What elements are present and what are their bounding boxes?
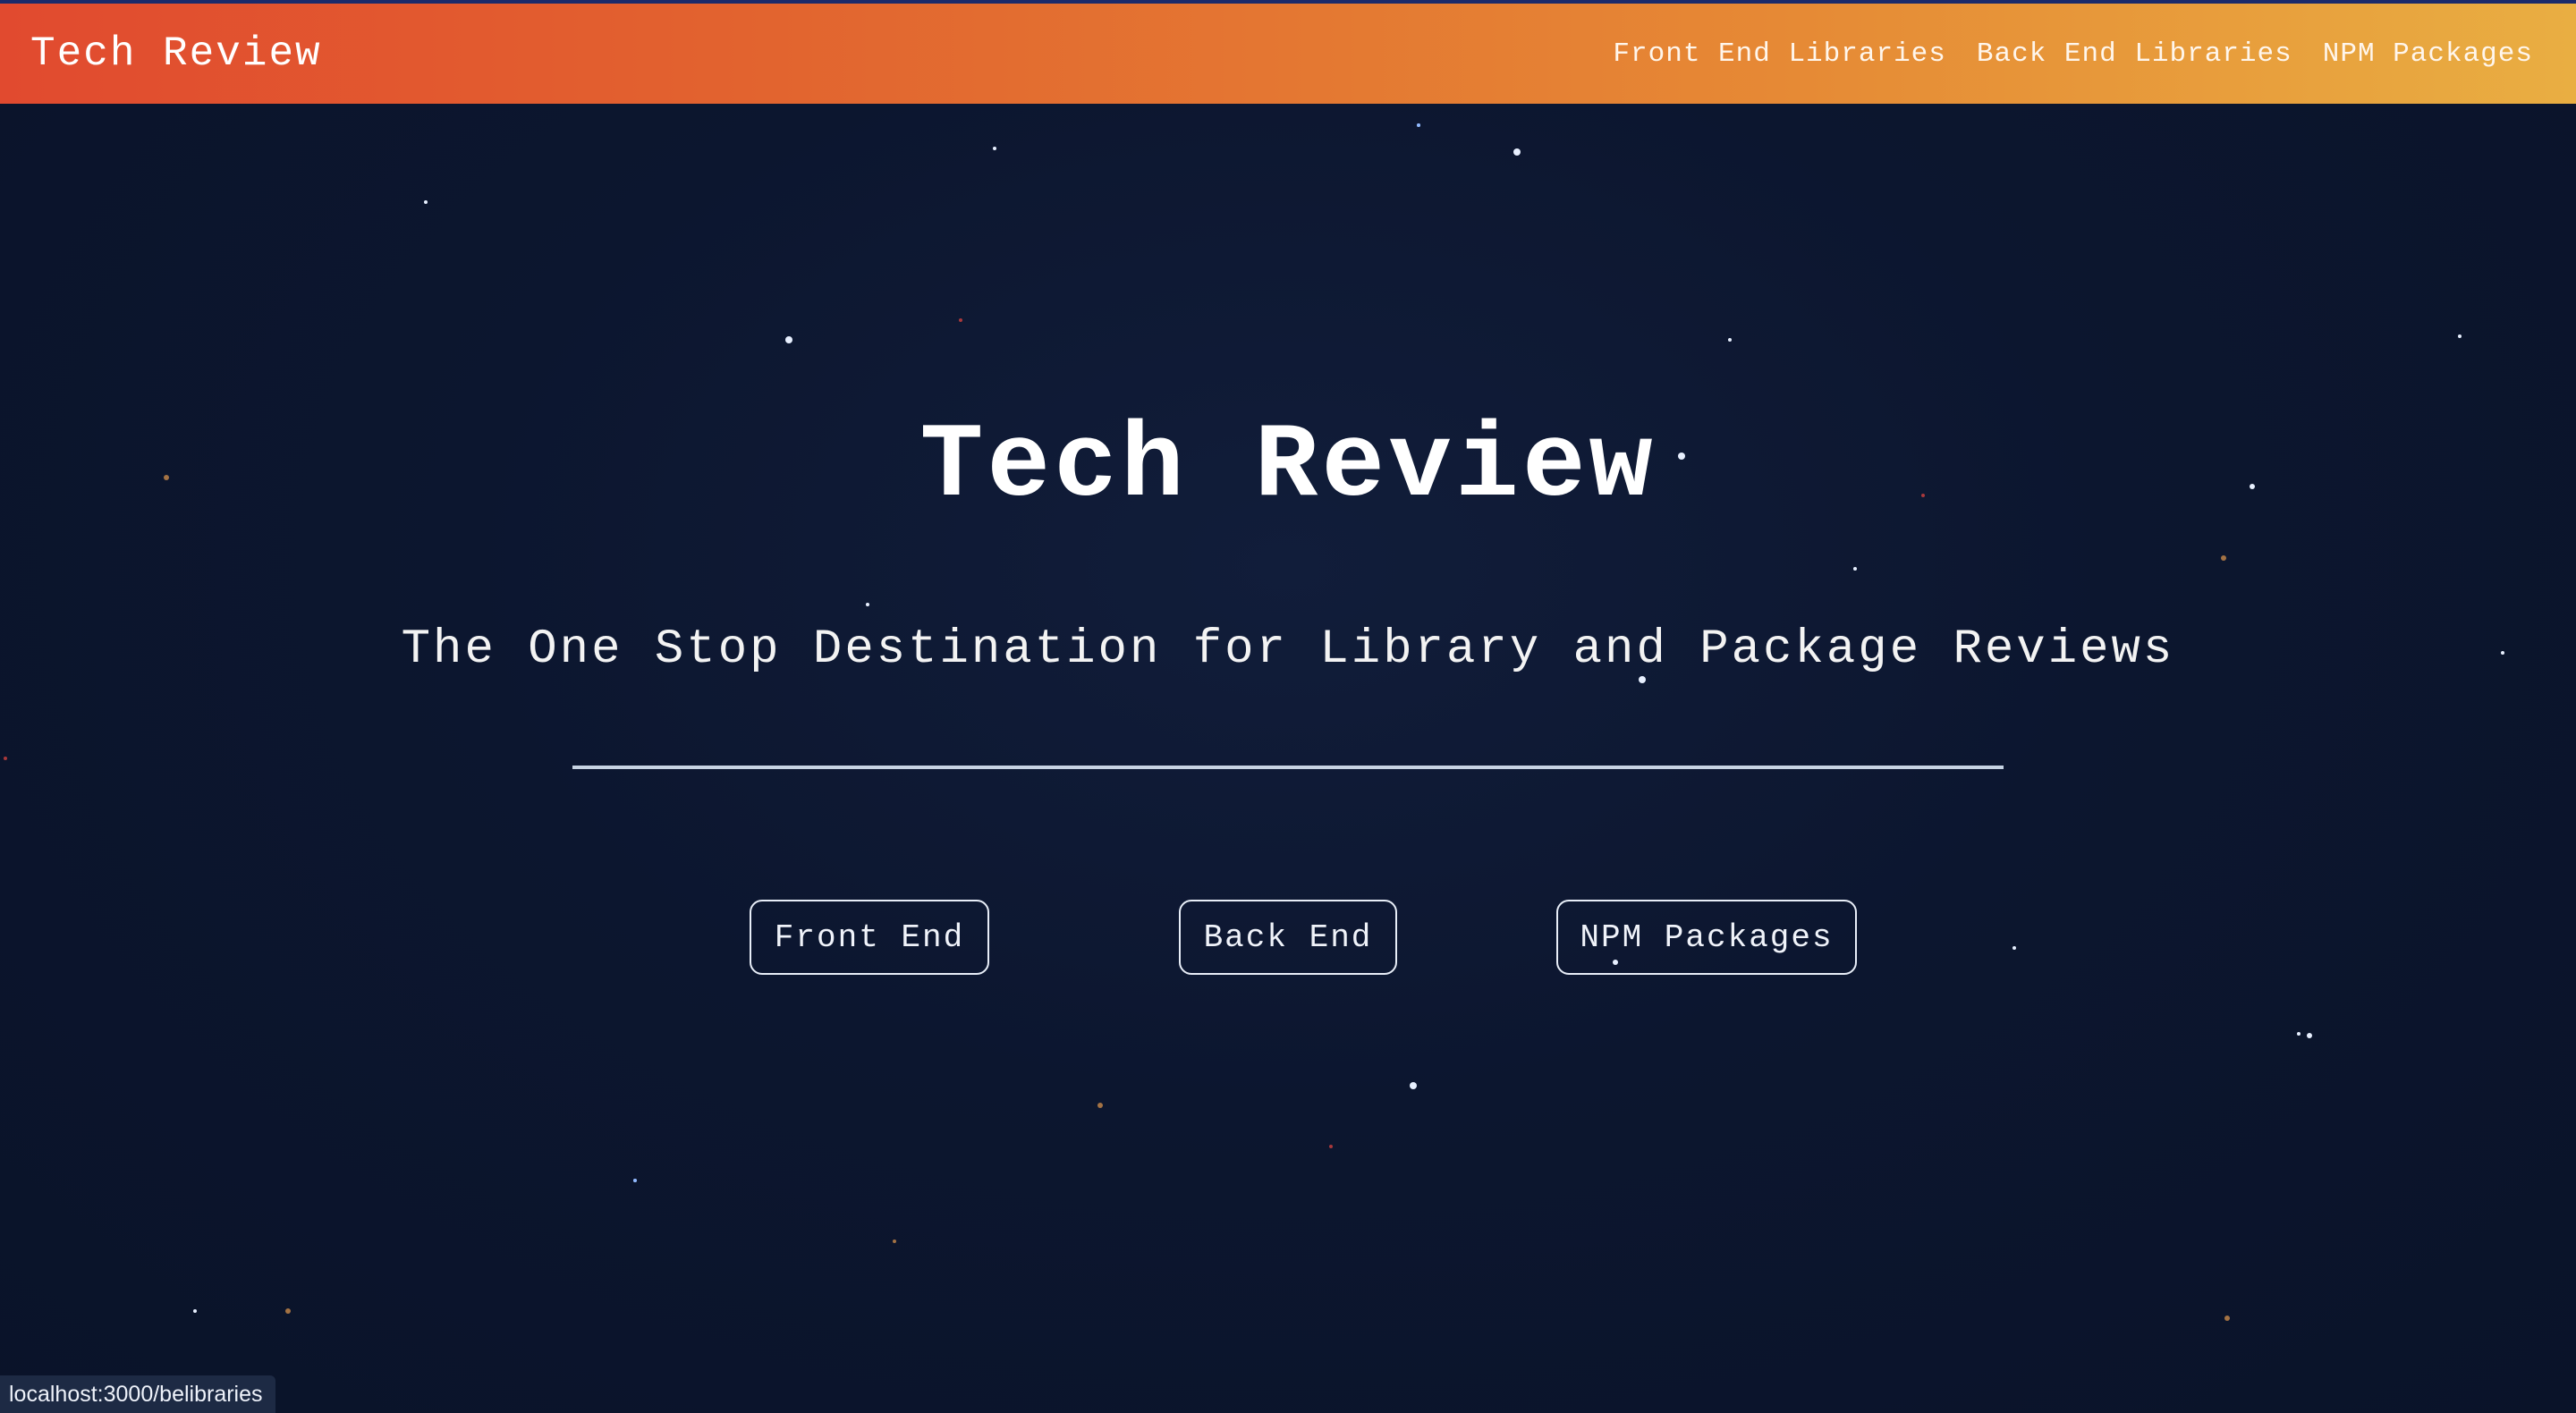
nav-link-back-end-libraries[interactable]: Back End Libraries xyxy=(1977,38,2292,70)
nav-links: Front End Libraries Back End Libraries N… xyxy=(1613,38,2533,70)
browser-status-bar: localhost:3000/belibraries xyxy=(0,1375,275,1413)
npm-packages-button[interactable]: NPM Packages xyxy=(1556,900,1857,975)
hero-subtitle: The One Stop Destination for Library and… xyxy=(401,622,2175,677)
back-end-button[interactable]: Back End xyxy=(1179,900,1397,975)
status-url: localhost:3000/belibraries xyxy=(9,1381,263,1407)
front-end-button[interactable]: Front End xyxy=(750,900,989,975)
hero-divider xyxy=(572,766,2004,769)
nav-link-npm-packages[interactable]: NPM Packages xyxy=(2323,38,2533,70)
hero-section: Tech Review The One Stop Destination for… xyxy=(0,104,2576,1413)
nav-link-front-end-libraries[interactable]: Front End Libraries xyxy=(1613,38,1945,70)
top-navbar: Tech Review Front End Libraries Back End… xyxy=(0,0,2576,104)
hero-title: Tech Review xyxy=(919,408,1657,527)
brand-link[interactable]: Tech Review xyxy=(30,30,322,77)
